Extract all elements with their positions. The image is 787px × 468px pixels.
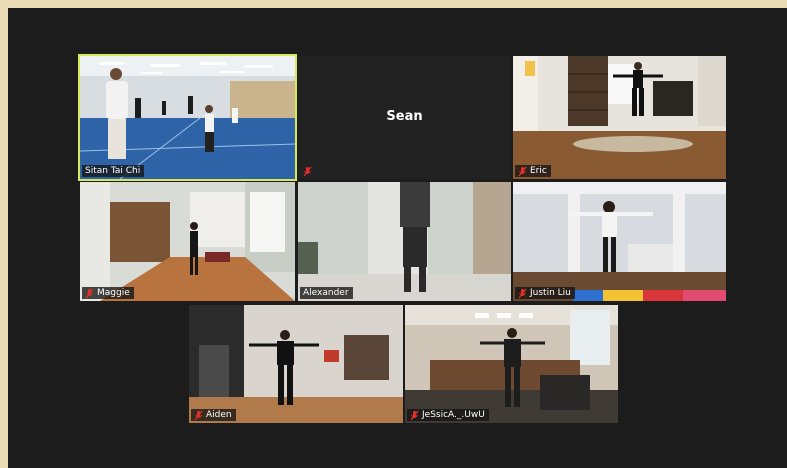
participant-name-label: JeSsicA._.UwU (407, 409, 489, 421)
video-feed (80, 182, 295, 301)
muted-mic-icon (410, 410, 419, 420)
muted-mic-icon (194, 410, 203, 420)
participant-name-label: Maggie (82, 287, 134, 299)
zoom-gallery-view: Sitan Tai Chi Sean Eric Maggie Alexander… (8, 8, 787, 468)
video-tile-jessica[interactable]: JeSsicA._.UwU (405, 305, 618, 423)
participant-name-label: Aiden (191, 409, 236, 421)
video-feed (513, 56, 726, 179)
video-feed (405, 305, 618, 423)
muted-mic-icon (85, 288, 94, 298)
participant-name-label: Justin Liu (515, 287, 575, 299)
participant-name-label: Alexander (300, 287, 353, 299)
video-tile-aiden[interactable]: Aiden (189, 305, 403, 423)
video-feed (189, 305, 403, 423)
video-tile-eric[interactable]: Eric (513, 56, 726, 179)
video-feed (80, 56, 295, 179)
video-tile-alexander[interactable]: Alexander (298, 182, 511, 301)
participant-name-label: Sitan Tai Chi (82, 165, 145, 177)
muted-mic-icon (518, 166, 527, 176)
video-tile-sean[interactable]: Sean (298, 56, 511, 179)
video-tile-sitan-tai-chi[interactable]: Sitan Tai Chi (78, 54, 297, 181)
video-tile-justin-liu[interactable]: Justin Liu (513, 182, 726, 301)
participant-name-centered: Sean (386, 108, 423, 124)
muted-mic-icon (303, 166, 312, 177)
muted-mic-icon (518, 288, 527, 298)
participant-name-label (300, 166, 316, 177)
participant-name-label: Eric (515, 165, 551, 177)
video-tile-maggie[interactable]: Maggie (80, 182, 295, 301)
video-feed (513, 182, 726, 301)
video-feed (298, 182, 511, 301)
